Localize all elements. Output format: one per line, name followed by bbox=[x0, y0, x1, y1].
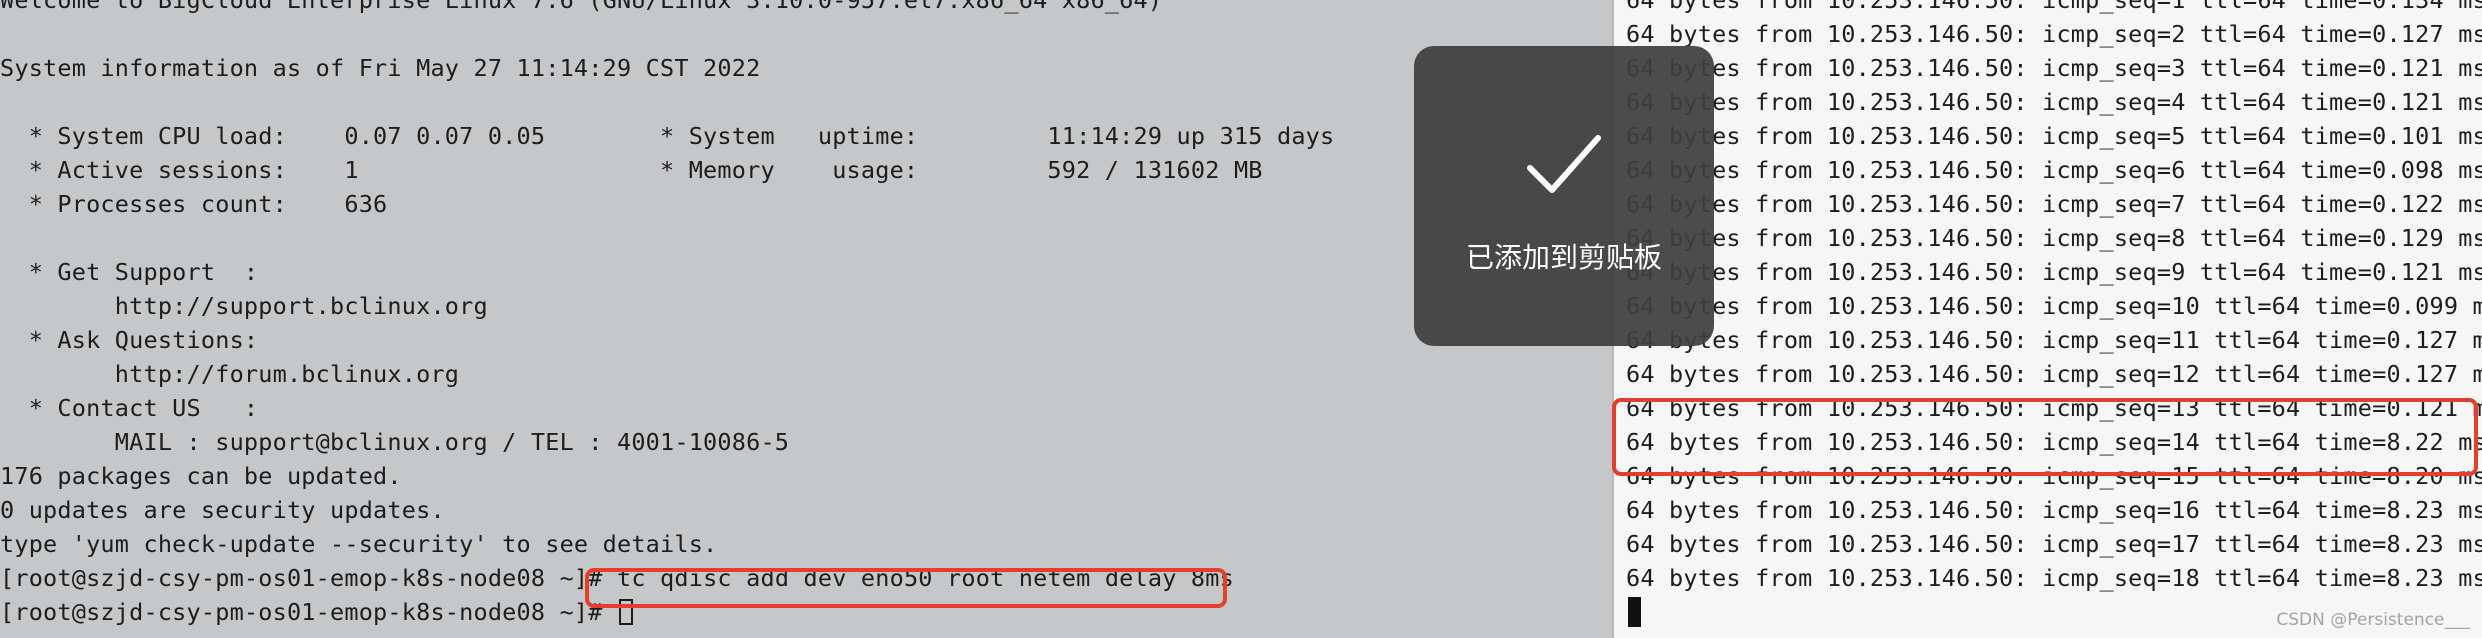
ping-reply-line: 64 bytes from 10.253.146.50: icmp_seq=4 … bbox=[1626, 88, 2482, 116]
left-terminal-line: MAIL : support@bclinux.org / TEL : 4001-… bbox=[0, 428, 790, 456]
ping-reply-line: 64 bytes from 10.253.146.50: icmp_seq=18… bbox=[1626, 564, 2482, 592]
toast-message: 已添加到剪贴板 bbox=[1465, 241, 1662, 274]
left-terminal-line: * Active sessions: 1 * Memory usage: 592… bbox=[0, 156, 1263, 184]
ping-reply-line: 64 bytes from 10.253.146.50: icmp_seq=6 … bbox=[1626, 156, 2482, 184]
left-terminal-output: Welcome to BigCloud Enterprise Linux 7.6… bbox=[0, 0, 1614, 629]
left-terminal-line: * System CPU load: 0.07 0.07 0.05 * Syst… bbox=[0, 122, 1335, 150]
left-terminal-line: http://forum.bclinux.org bbox=[0, 360, 460, 388]
left-terminal-line: 176 packages can be updated. bbox=[0, 462, 402, 490]
watermark: CSDN @Persistence___ bbox=[2276, 610, 2470, 630]
right-terminal-pane[interactable]: 64 bytes from 10.253.146.50: icmp_seq=1 … bbox=[1614, 0, 2482, 638]
shell-prompt: [root@szjd-csy-pm-os01-emop-k8s-node08 ~… bbox=[0, 564, 617, 592]
right-terminal-output: 64 bytes from 10.253.146.50: icmp_seq=1 … bbox=[1614, 0, 2482, 629]
ping-reply-line: 64 bytes from 10.253.146.50: icmp_seq=8 … bbox=[1626, 224, 2482, 252]
shell-prompt: [root@szjd-csy-pm-os01-emop-k8s-node08 ~… bbox=[0, 598, 617, 626]
ping-reply-line: 64 bytes from 10.253.146.50: icmp_seq=12… bbox=[1626, 360, 2482, 388]
left-terminal-line: * Ask Questions: bbox=[0, 326, 259, 354]
ping-reply-line: 64 bytes from 10.253.146.50: icmp_seq=10… bbox=[1626, 292, 2482, 320]
left-terminal-line: System information as of Fri May 27 11:1… bbox=[0, 54, 761, 82]
text-cursor bbox=[618, 599, 633, 625]
typed-command[interactable]: tc qdisc add dev eno50 root netem delay … bbox=[617, 564, 1234, 592]
ping-reply-line: 64 bytes from 10.253.146.50: icmp_seq=13… bbox=[1626, 394, 2482, 422]
left-terminal-line: Welcome to BigCloud Enterprise Linux 7.6… bbox=[0, 0, 1163, 14]
ping-reply-line: 64 bytes from 10.253.146.50: icmp_seq=1 … bbox=[1626, 0, 2482, 14]
clipboard-toast: 已添加到剪贴板 bbox=[1414, 46, 1714, 346]
ping-reply-line: 64 bytes from 10.253.146.50: icmp_seq=15… bbox=[1626, 462, 2482, 490]
ping-reply-line: 64 bytes from 10.253.146.50: icmp_seq=7 … bbox=[1626, 190, 2482, 218]
ping-reply-line: 64 bytes from 10.253.146.50: icmp_seq=9 … bbox=[1626, 258, 2482, 286]
left-terminal-line: 0 updates are security updates. bbox=[0, 496, 445, 524]
left-terminal-line bbox=[0, 17, 1614, 51]
checkmark-icon bbox=[1527, 135, 1601, 193]
ping-reply-line: 64 bytes from 10.253.146.50: icmp_seq=14… bbox=[1626, 428, 2482, 456]
left-terminal-line: type 'yum check-update --security' to se… bbox=[0, 530, 718, 558]
ping-reply-line: 64 bytes from 10.253.146.50: icmp_seq=11… bbox=[1626, 326, 2482, 354]
ping-reply-line: 64 bytes from 10.253.146.50: icmp_seq=17… bbox=[1626, 530, 2482, 558]
left-terminal-line: * Get Support : bbox=[0, 258, 259, 286]
ping-reply-line: 64 bytes from 10.253.146.50: icmp_seq=2 … bbox=[1626, 20, 2482, 48]
input-line[interactable]: [root@szjd-csy-pm-os01-emop-k8s-node08 ~… bbox=[0, 595, 1614, 629]
left-terminal-line bbox=[0, 85, 1614, 119]
ping-reply-line: 64 bytes from 10.253.146.50: icmp_seq=16… bbox=[1626, 496, 2482, 524]
left-terminal-line: http://support.bclinux.org bbox=[0, 292, 488, 320]
ping-reply-line: 64 bytes from 10.253.146.50: icmp_seq=5 … bbox=[1626, 122, 2482, 150]
left-terminal-line: * Contact US : bbox=[0, 394, 259, 422]
command-line: [root@szjd-csy-pm-os01-emop-k8s-node08 ~… bbox=[0, 561, 1614, 595]
ping-reply-line: 64 bytes from 10.253.146.50: icmp_seq=3 … bbox=[1626, 54, 2482, 82]
left-terminal-pane[interactable]: Welcome to BigCloud Enterprise Linux 7.6… bbox=[0, 0, 1614, 638]
left-terminal-line: * Processes count: 636 bbox=[0, 190, 388, 218]
block-cursor bbox=[1628, 597, 1641, 627]
left-terminal-line bbox=[0, 221, 1614, 255]
